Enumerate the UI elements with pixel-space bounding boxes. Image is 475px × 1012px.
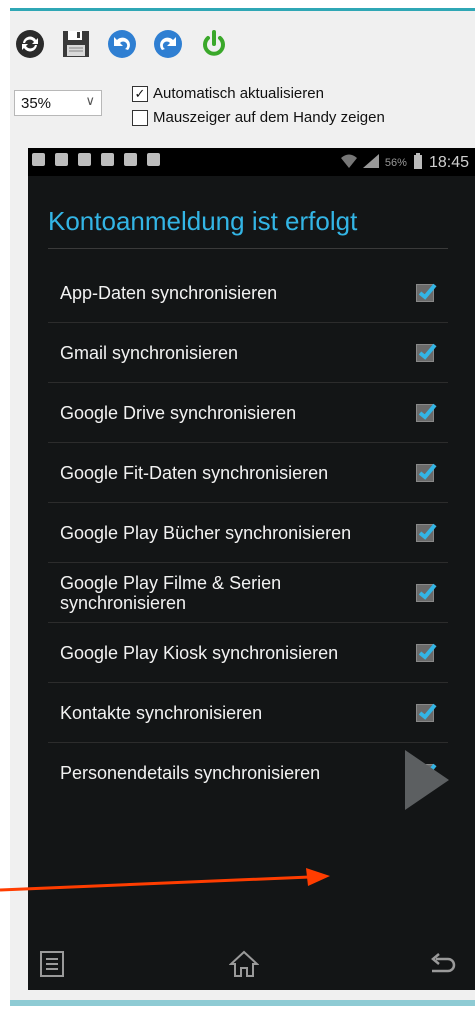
sync-checkbox[interactable] [416,643,437,662]
menu-icon[interactable] [36,948,68,980]
auto-update-checkbox[interactable]: ✓ [132,85,148,102]
status-bar: 56% 18:45 [28,148,475,176]
chevron-down-icon: ∨ [85,93,95,108]
page-title: Kontoanmeldung ist erfolgt [48,206,358,236]
title-divider [48,248,448,249]
list-item[interactable]: Google Drive synchronisieren [48,383,448,443]
signal-icon [362,154,379,171]
red-arrow-annotation [0,868,330,892]
save-icon[interactable] [60,28,92,60]
usb-icon [55,153,68,166]
sync-checkbox[interactable] [416,523,437,542]
wifi-icon [340,154,357,171]
list-item-label: Google Play Kiosk synchronisieren [60,642,339,663]
zoom-select[interactable]: 35% ∨ [14,90,102,116]
undo-icon[interactable] [106,28,138,60]
next-arrow-button[interactable] [405,750,449,810]
list-item-label: Personendetails synchronisieren [60,763,321,783]
sync-checkbox[interactable] [416,283,437,302]
list-item[interactable]: Kontakte synchronisieren [48,683,448,743]
list-item-label: Google Fit-Daten synchronisieren [60,462,329,483]
warning-icon [32,153,45,166]
sync-checkbox[interactable] [416,403,437,422]
power-icon[interactable] [198,28,230,60]
list-item[interactable]: Gmail synchronisieren [48,323,448,383]
list-item-label: Kontakte synchronisieren [60,702,263,723]
list-item[interactable]: Google Play Kiosk synchronisieren [48,623,448,683]
location-icon [101,153,114,166]
status-time: 18:45 [428,153,469,171]
play-store-icon [147,153,160,166]
list-item-label: Google Play Filme & Serien synchronisier… [60,572,282,613]
sync-checkbox[interactable] [416,343,437,362]
list-item[interactable]: App-Daten synchronisieren [48,263,448,323]
battery-percent: 56% [384,156,407,169]
show-cursor-option[interactable]: Mauszeiger auf dem Handy zeigen [132,109,385,126]
list-item-label: Google Drive synchronisieren [60,402,297,423]
image-icon [78,153,91,166]
back-icon[interactable] [426,948,458,980]
refresh-icon[interactable] [14,28,46,60]
sync-checkbox[interactable] [416,703,437,722]
phone-screen: 56% 18:45 Kontoanmeldung ist erfolgt App… [28,148,475,990]
battery-icon [413,153,423,172]
list-item-label: App-Daten synchronisieren [60,282,278,303]
notification-icons [32,153,160,166]
list-item[interactable]: Google Play Filme & Serien synchronisier… [48,563,448,623]
zoom-value: 35% [21,94,52,112]
list-item[interactable]: Google Fit-Daten synchronisieren [48,443,448,503]
auto-update-label: Automatisch aktualisieren [153,85,324,102]
sync-checkbox[interactable] [416,463,437,482]
home-icon[interactable] [228,948,260,980]
list-item-label: Gmail synchronisieren [60,342,239,363]
list-item[interactable]: Google Play Bücher synchronisieren [48,503,448,563]
redo-icon[interactable] [152,28,184,60]
toolbar [14,24,230,64]
sync-list: App-Daten synchronisieren Gmail synchron… [48,263,448,803]
sync-icon [124,153,137,166]
nav-bar [28,938,475,990]
list-item-label: Google Play Bücher synchronisieren [60,522,352,543]
sync-checkbox[interactable] [416,583,437,602]
auto-update-option[interactable]: ✓ Automatisch aktualisieren [132,85,324,102]
show-cursor-checkbox[interactable] [132,109,148,126]
show-cursor-label: Mauszeiger auf dem Handy zeigen [153,109,385,126]
window-bottom-border [10,1000,475,1006]
list-item[interactable]: Personendetails synchronisieren [48,743,448,803]
status-right: 56% 18:45 [340,153,469,172]
